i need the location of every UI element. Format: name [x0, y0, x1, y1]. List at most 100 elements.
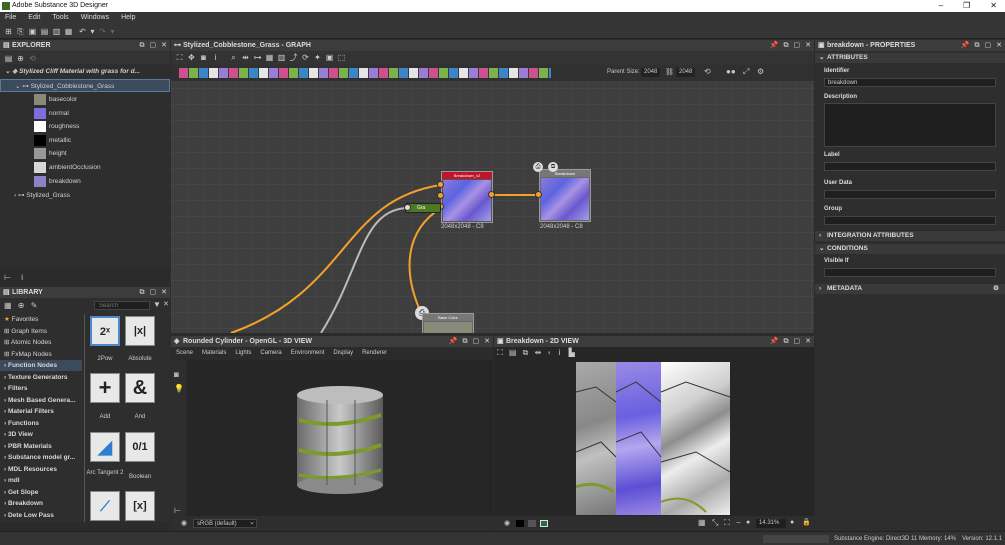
tree-output-item[interactable]: basecolor [0, 93, 170, 106]
zoom-in-icon[interactable]: ● [790, 519, 794, 526]
menu-help[interactable]: Help [121, 12, 141, 24]
colorspace-select[interactable]: sRGB (default) [193, 519, 257, 528]
close-panel-icon[interactable]: ✕ [805, 40, 811, 51]
tree-output-item[interactable]: breakdown [0, 175, 170, 188]
pin-icon[interactable]: 📌 [961, 40, 970, 51]
lib-cat-filters[interactable]: › Filters [0, 383, 82, 394]
node-input-port[interactable] [535, 191, 542, 198]
tree-output-item[interactable]: metallic [0, 134, 170, 147]
tree-output-item[interactable]: normal [0, 107, 170, 120]
3d-menu-scene[interactable]: Scene [176, 350, 193, 356]
reload-icon[interactable]: ⟲ [28, 54, 37, 63]
open-icon[interactable]: ⎘ [16, 27, 25, 36]
channel-icon[interactable]: ◐ [548, 348, 553, 357]
lib-tile-2pow[interactable]: 2ˣ [90, 316, 120, 346]
maximize-panel-icon[interactable]: ▢ [473, 336, 480, 347]
section-conditions[interactable]: ⌄ CONDITIONS [815, 244, 1005, 254]
maximize-panel-icon[interactable]: ▢ [150, 40, 157, 51]
float-icon[interactable]: ⧉ [140, 40, 145, 51]
lib-cat-get-slope[interactable]: › Get Slope [0, 487, 82, 498]
collapse-arrow-icon[interactable]: ⌄ [15, 83, 20, 90]
3d-menu-display[interactable]: Display [333, 350, 353, 356]
light-icon[interactable]: 💡 [174, 384, 184, 393]
lib-cat-texture-generators[interactable]: › Texture Generators [0, 372, 82, 383]
library-folder-icon[interactable]: ⊕ [18, 301, 25, 310]
lib-cat-functions[interactable]: › Functions [0, 418, 82, 429]
zoom-input[interactable]: 14.31% [756, 519, 786, 528]
library-edit-icon[interactable]: ✎ [31, 301, 38, 310]
tree-output-item[interactable]: ambientOcclusion [0, 161, 170, 174]
bg-gray-swatch[interactable] [528, 520, 536, 527]
library-add-icon[interactable]: ▦ [4, 301, 12, 310]
connection-wire[interactable] [408, 207, 442, 316]
maximize-panel-icon[interactable]: ▢ [794, 336, 801, 347]
3d-menu-camera[interactable]: Camera [260, 350, 281, 356]
tree-output-item[interactable]: height [0, 147, 170, 160]
undo-dropdown-icon[interactable]: ▾ [88, 27, 97, 36]
group-field[interactable] [824, 216, 996, 225]
3d-menu-lights[interactable]: Lights [235, 350, 251, 356]
close-panel-icon[interactable]: ✕ [484, 336, 490, 347]
connection-wire[interactable] [320, 207, 408, 333]
lib-cat-breakdown[interactable]: › Breakdown [0, 498, 82, 509]
description-field[interactable] [824, 103, 996, 147]
menu-windows[interactable]: Windows [81, 12, 115, 24]
node-input-port[interactable] [404, 204, 411, 211]
lib-tile-absolute[interactable]: |x| [125, 316, 155, 346]
lib-tile-boolean[interactable]: 0/1 [125, 432, 155, 462]
section-attributes[interactable]: ⌄ ATTRIBUTES [815, 53, 1005, 63]
minimize-button[interactable]: – [939, 0, 943, 12]
camera-icon[interactable]: ◙ [174, 370, 179, 379]
lib-cat-fxmap[interactable]: ⊞ FxMap Nodes [0, 349, 82, 360]
save-icon[interactable]: ▤ [40, 27, 49, 36]
lib-tile-and[interactable]: & [125, 373, 155, 403]
identifier-field[interactable]: breakdown [824, 78, 996, 87]
lib-tile-arc-tangent[interactable]: ◢ [90, 432, 120, 462]
graph-node-breakdown-output[interactable]: Breakdown [539, 169, 591, 222]
fit-zoom-icon[interactable]: ⛶ [724, 518, 730, 528]
lib-cat-3d-view[interactable]: › 3D View [0, 429, 82, 440]
maximize-panel-icon[interactable]: ▢ [794, 40, 801, 51]
lib-cat-function-nodes[interactable]: › Function Nodes [0, 360, 82, 372]
redo-dropdown-icon[interactable]: ▾ [108, 27, 117, 36]
maximize-panel-icon[interactable]: ▢ [150, 287, 157, 298]
undo-icon[interactable]: ↶ [78, 27, 87, 36]
redo-icon[interactable]: ↷ [98, 27, 107, 36]
float-icon[interactable]: ⧉ [463, 336, 468, 347]
close-search-icon[interactable]: ✕ [163, 300, 169, 308]
graph-canvas[interactable]: ⛶ ✥ ◙ i ⌕ ⇹ ⊶ ▦ ▥ ⤴ ⟳ ✦ ▣ ⬚ Parent Size:… [171, 40, 814, 333]
label-field[interactable] [824, 162, 996, 171]
fit-icon[interactable]: ⛶ [497, 348, 503, 357]
close-panel-icon[interactable]: ✕ [161, 40, 167, 51]
tiling-icon[interactable]: ⇹ [535, 348, 542, 357]
save-image-icon[interactable]: ▤ [509, 348, 517, 357]
zoom-out-icon[interactable]: − [736, 518, 741, 527]
lib-cat-atomic[interactable]: ⊞ Atomic Nodes [0, 337, 82, 348]
tree-graph[interactable]: › ⊶ Stylized_Grass [0, 189, 170, 202]
lib-cat-mdl-resources[interactable]: › MDL Resources [0, 464, 82, 475]
new-package-icon[interactable]: ⊕ [16, 54, 25, 63]
save-all-icon[interactable]: ▥ [52, 27, 61, 36]
maximize-button[interactable]: ❐ [963, 0, 970, 12]
float-icon[interactable]: ⧉ [140, 287, 145, 298]
expand-arrow-icon[interactable]: › [14, 192, 16, 199]
bg-checker-swatch[interactable] [540, 520, 548, 527]
lib-cat-favorites[interactable]: ★ Favorites [0, 314, 82, 325]
lib-cat-substance-model[interactable]: › Substance model gr... [0, 452, 82, 463]
3d-viewport[interactable] [187, 360, 493, 516]
menu-edit[interactable]: Edit [28, 12, 46, 24]
crop-icon[interactable]: ⤡ [712, 518, 718, 528]
collapse-arrow-icon[interactable]: ⌄ [5, 68, 10, 75]
node-input-port[interactable] [437, 192, 444, 199]
library-search-input[interactable] [94, 301, 150, 310]
lib-tile-cartesian[interactable]: ⟋ [90, 491, 120, 521]
userdata-field[interactable] [824, 190, 996, 199]
float-icon[interactable]: ⧉ [975, 40, 980, 51]
lib-cat-material-filters[interactable]: › Material Filters [0, 406, 82, 417]
zoom-slider-handle[interactable]: ● [746, 519, 750, 526]
pin-icon[interactable]: 📌 [770, 40, 779, 51]
colorspace-icon[interactable]: ◉ [504, 519, 510, 527]
tree-package[interactable]: ⌄ ◆ Stylized Cliff Material with grass f… [0, 65, 170, 78]
histogram-icon[interactable]: ▙ [569, 348, 575, 357]
save-package-icon[interactable]: ▤ [4, 54, 13, 63]
